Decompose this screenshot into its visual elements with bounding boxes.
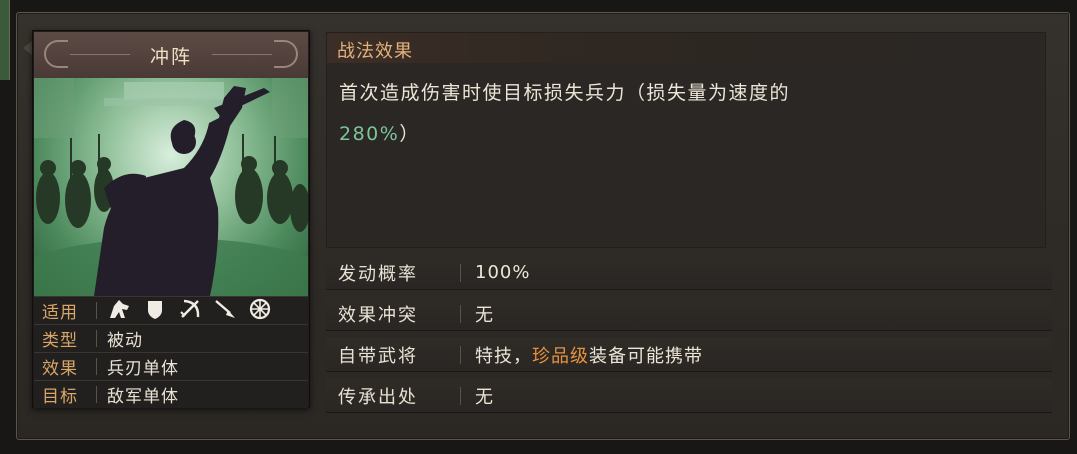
shield-icon bbox=[148, 300, 163, 319]
info-row-trigger-rate: 发动概率 100% bbox=[326, 256, 1052, 290]
effect-description-box: 战法效果 首次造成伤害时使目标损失兵力（损失量为速度的 280%） bbox=[326, 32, 1046, 248]
applicable-unit-icons bbox=[107, 298, 277, 324]
attr-label-effect: 效果 bbox=[42, 359, 78, 379]
info-row-own-general: 自带武将 特技，珍品级装备可能携带 bbox=[326, 338, 1052, 372]
info-row-inheritance: 传承出处 无 bbox=[326, 379, 1052, 413]
skill-attributes: 适用 类型 被动 效果 兵刃单体 目标 敌军单体 bbox=[34, 296, 308, 408]
ornament-right bbox=[274, 40, 298, 68]
ornament-line-right bbox=[212, 54, 272, 55]
ornament-line-left bbox=[70, 54, 130, 55]
wheel-icon bbox=[250, 298, 271, 319]
skill-name: 冲阵 bbox=[149, 45, 192, 68]
equipment-quality: 珍品级 bbox=[532, 345, 589, 367]
conflict-value: 无 bbox=[475, 304, 494, 326]
inheritance-value: 无 bbox=[475, 386, 494, 408]
cavalry-icon bbox=[110, 299, 129, 318]
skill-card: 冲阵 适用 类型 被动 效果 兵刃单体 目标 敌军单体 bbox=[32, 30, 310, 408]
attr-row-target: 目标 敌军单体 bbox=[34, 380, 308, 408]
ornament-left bbox=[44, 40, 68, 68]
panel-pointer bbox=[23, 41, 32, 55]
effect-text: 首次造成伤害时使目标损失兵力（损失量为速度的 280%） bbox=[339, 73, 1029, 155]
own-general-suffix: 装备可能携带 bbox=[589, 345, 703, 367]
effect-percent: 280% bbox=[339, 123, 400, 145]
attr-row-type: 类型 被动 bbox=[34, 324, 308, 352]
info-row-conflict: 效果冲突 无 bbox=[326, 297, 1052, 331]
bow-icon bbox=[180, 299, 200, 318]
effect-text-tail: ） bbox=[399, 123, 420, 145]
attr-row-effect: 效果 兵刃单体 bbox=[34, 352, 308, 380]
charge-silhouette-art bbox=[34, 78, 308, 296]
effect-title: 战法效果 bbox=[337, 41, 413, 62]
left-edge-tab bbox=[0, 0, 10, 80]
attr-label-type: 类型 bbox=[42, 331, 78, 351]
conflict-label: 效果冲突 bbox=[338, 304, 418, 326]
own-general-label: 自带武将 bbox=[338, 345, 418, 367]
effect-text-main: 首次造成伤害时使目标损失兵力（损失量为速度的 bbox=[339, 82, 791, 104]
trigger-rate-label: 发动概率 bbox=[338, 263, 418, 285]
attr-label-applicable: 适用 bbox=[42, 303, 78, 323]
effect-header: 战法效果 bbox=[327, 33, 1045, 63]
attr-row-applicable: 适用 bbox=[34, 296, 308, 324]
attr-value-type: 被动 bbox=[107, 331, 143, 351]
attr-label-target: 目标 bbox=[42, 387, 78, 407]
own-general-prefix: 特技， bbox=[475, 345, 532, 367]
attr-value-effect: 兵刃单体 bbox=[107, 359, 179, 379]
trigger-rate-value: 100% bbox=[475, 262, 531, 283]
skill-artwork bbox=[34, 78, 308, 296]
skill-card-header: 冲阵 bbox=[34, 32, 308, 78]
own-general-value: 特技，珍品级装备可能携带 bbox=[475, 342, 703, 368]
attr-value-target: 敌军单体 bbox=[107, 387, 179, 407]
inheritance-label: 传承出处 bbox=[338, 386, 418, 408]
spear-icon bbox=[215, 299, 236, 318]
